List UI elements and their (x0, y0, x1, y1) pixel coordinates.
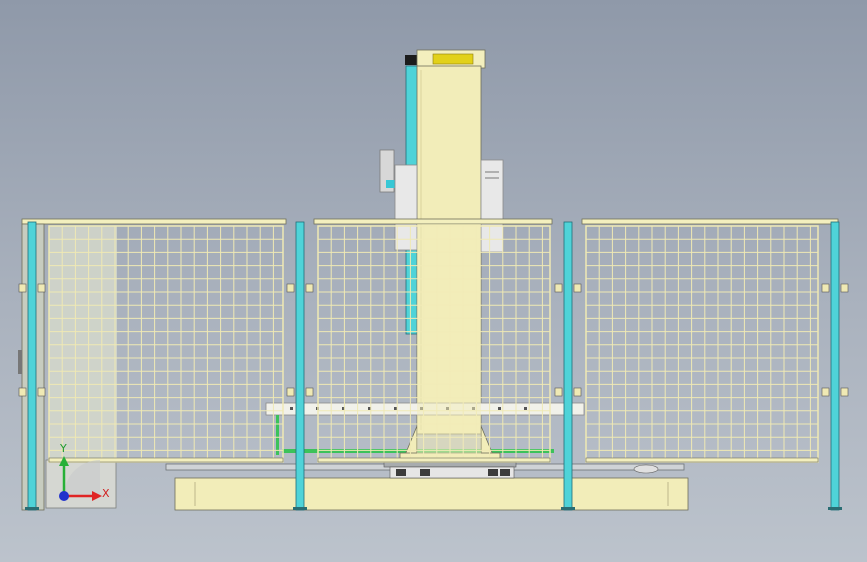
fence-post-3-clamp (554, 387, 563, 397)
cross-beam-bolt (524, 407, 527, 410)
machine-front-view (18, 49, 849, 511)
fence-post-4-foot (828, 507, 842, 510)
triad-arc (64, 460, 100, 496)
carriage-left (394, 164, 418, 251)
fence-post-4-clamp (821, 387, 830, 397)
fence-post-1-clamp (37, 387, 46, 397)
fence-bottom-rail-middle (317, 457, 551, 463)
fence-post-1-clamp (18, 283, 27, 293)
fence-post-2-foot (293, 507, 307, 510)
left-rail-green (276, 415, 279, 455)
cross-beam-bolt (394, 407, 397, 410)
fence-post-3-clamp (573, 387, 582, 397)
fence-post-1-clamp (18, 387, 27, 397)
cross-beam-bolt (290, 407, 293, 410)
fence-post-2-clamp (286, 387, 295, 397)
gripper-left-sensor (386, 180, 396, 188)
fence-post-1-tube (27, 221, 37, 511)
fence-post-4-clamp (840, 283, 849, 293)
fence-post-4-clamp (840, 387, 849, 397)
fence-bottom-rail-right (585, 457, 819, 463)
fence-post-3-foot (561, 507, 575, 510)
fence-panel-right-frame (585, 225, 819, 463)
triad-y-label: Y (60, 442, 67, 455)
fence-post-1-clamp (37, 283, 46, 293)
fence-post-2-clamp (305, 283, 314, 293)
fence-post-4 (821, 221, 849, 511)
triad-y-arrow (59, 456, 69, 466)
slide-bearing (500, 469, 510, 476)
slide-bearing (488, 469, 498, 476)
fence-panel-left-door-glass (49, 226, 117, 462)
view-triad: Y X (46, 440, 118, 510)
door-handle (18, 350, 22, 374)
fence-panel-left (48, 225, 284, 463)
cad-viewport[interactable]: Y X (0, 0, 867, 562)
fence-top-rail-right (581, 218, 839, 225)
column-cap-plate (432, 53, 474, 65)
column-front-overlay (417, 224, 481, 456)
fence-top-rail-left (21, 218, 287, 225)
fence-post-1-foot (25, 507, 39, 510)
cross-beam-bolt (498, 407, 501, 410)
fence-panel-right (585, 225, 819, 463)
fence-post-2-tube (295, 221, 305, 511)
slide-bearing (420, 469, 430, 476)
triad-x-label: X (102, 487, 110, 500)
slide-bearing (396, 469, 406, 476)
column-top-bracket (405, 55, 417, 65)
machine-base (174, 477, 689, 511)
fence-post-3-clamp (554, 283, 563, 293)
carriage-right (480, 159, 504, 253)
triad-z-dot (59, 491, 69, 501)
fence-post-2-clamp (305, 387, 314, 397)
fence-post-2-clamp (286, 283, 295, 293)
fence-post-3-clamp (573, 283, 582, 293)
fence-post-3-tube (563, 221, 573, 511)
fence-post-4-clamp (821, 283, 830, 293)
fence-top-rail-middle (313, 218, 553, 225)
base-cap (633, 464, 659, 474)
fence-post-4-tube (830, 221, 840, 511)
